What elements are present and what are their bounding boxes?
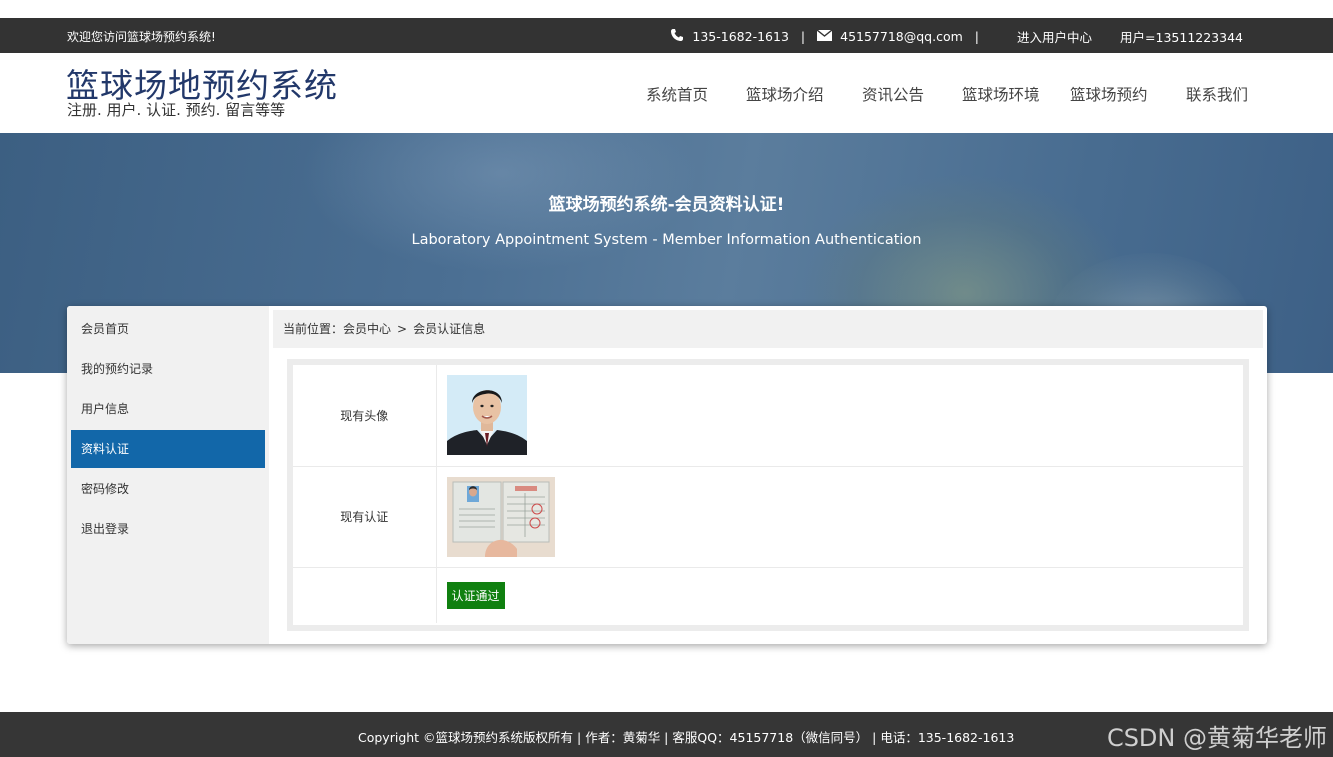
mail-icon [816,29,833,44]
nav-contact[interactable]: 联系我们 [1186,83,1248,105]
nav-home[interactable]: 系统首页 [646,83,746,105]
top-bar: 欢迎您访问篮球场预约系统! 135-1682-1613 | 45157718@q… [0,18,1333,53]
banner-subtitle: Laboratory Appointment System - Member I… [411,232,922,248]
verification-status-button[interactable]: 认证通过 [446,581,505,609]
watermark: CSDN @黄菊华老师 [1106,724,1327,752]
divider: | [974,29,980,44]
divider: | [800,29,806,44]
user-center-link[interactable]: 进入用户中心 [1017,27,1092,46]
current-user[interactable]: 用户=13511223344 [1120,27,1243,46]
main-content: 当前位置：会员中心 > 会员认证信息 现有头像 现有认证 认证通过 [273,306,1263,644]
breadcrumb-prefix: 当前位置： [283,322,344,336]
site-footer: Copyright ©篮球场预约系统版权所有 | 作者：黄菊华 | 客服QQ：4… [0,712,1333,757]
table-row: 现有认证 [293,466,1243,568]
breadcrumb-separator: > [397,322,408,336]
top-contact: 135-1682-1613 | 45157718@qq.com | 进入用户中心… [670,27,1243,46]
cert-label: 现有认证 [293,466,437,568]
phone-icon [670,28,684,45]
table-row: 现有头像 [293,365,1243,467]
breadcrumb-level1[interactable]: 会员中心 [343,322,391,336]
sidebar-item-user-info[interactable]: 用户信息 [71,390,265,428]
sidebar-item-password[interactable]: 密码修改 [71,470,265,508]
table-row: 认证通过 [293,567,1243,623]
email-address: 45157718@qq.com [840,29,963,44]
sidebar-item-home[interactable]: 会员首页 [71,310,265,348]
welcome-text: 欢迎您访问篮球场预约系统! [67,30,216,44]
sidebar-item-bookings[interactable]: 我的预约记录 [71,350,265,388]
phone-number: 135-1682-1613 [692,29,789,44]
banner-title: 篮球场预约系统-会员资料认证! [548,195,785,215]
site-subtitle: 注册. 用户. 认证. 预约. 留言等等 [67,101,286,119]
certificate-photo [446,476,555,557]
nav-news[interactable]: 资讯公告 [862,83,962,105]
nav-booking[interactable]: 篮球场预约 [1070,83,1186,105]
footer-copyright: Copyright ©篮球场预约系统版权所有 | 作者：黄菊华 | 客服QQ：4… [358,730,1015,745]
avatar-photo [446,375,527,456]
member-sidebar: 会员首页 我的预约记录 用户信息 资料认证 密码修改 退出登录 [67,306,269,644]
auth-table: 现有头像 现有认证 认证通过 [287,359,1249,631]
member-panel: 会员首页 我的预约记录 用户信息 资料认证 密码修改 退出登录 当前位置：会员中… [67,306,1267,644]
breadcrumb: 当前位置：会员中心 > 会员认证信息 [273,310,1263,348]
site-header: 篮球场地预约系统 注册. 用户. 认证. 预约. 留言等等 系统首页 篮球场介绍… [0,53,1333,133]
main-nav: 系统首页 篮球场介绍 资讯公告 篮球场环境 篮球场预约 联系我们 [646,83,1248,105]
nav-court-intro[interactable]: 篮球场介绍 [746,83,862,105]
breadcrumb-level2: 会员认证信息 [413,322,486,336]
sidebar-item-logout[interactable]: 退出登录 [71,510,265,548]
avatar-label: 现有头像 [293,365,437,467]
sidebar-item-verification[interactable]: 资料认证 [71,430,265,468]
nav-environment[interactable]: 篮球场环境 [962,83,1070,105]
